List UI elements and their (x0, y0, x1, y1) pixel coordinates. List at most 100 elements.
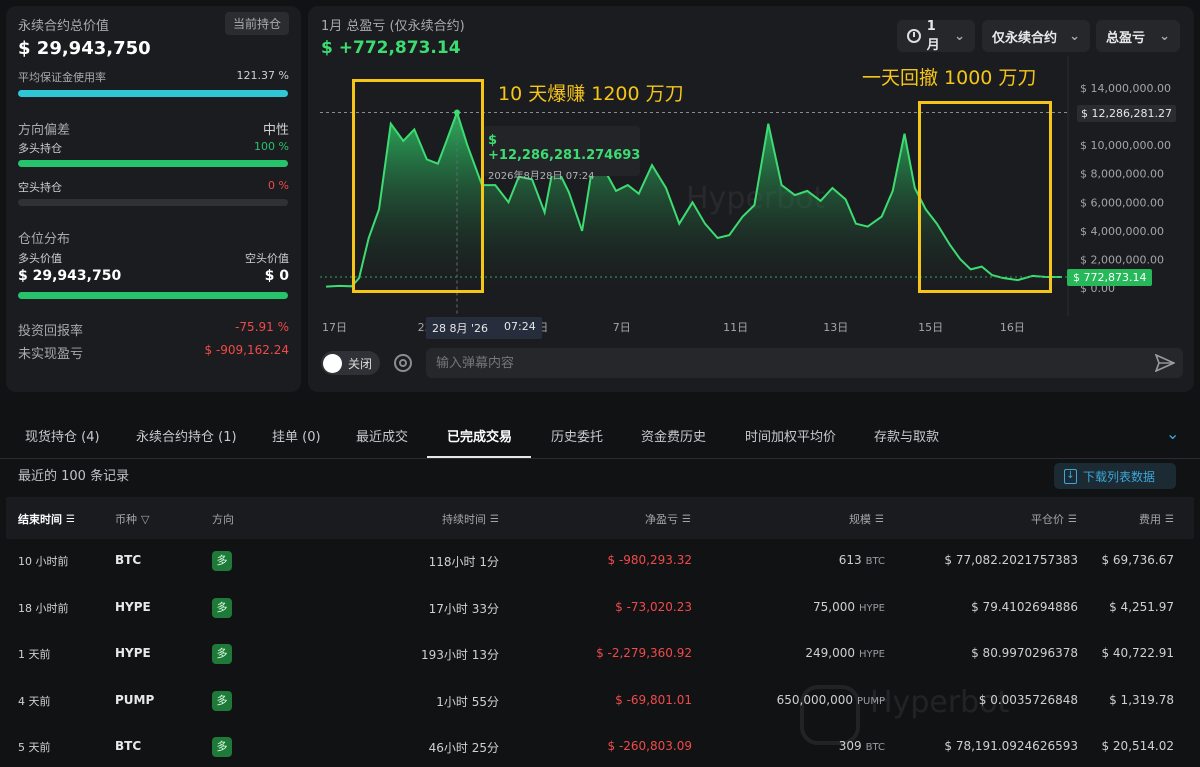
size-unit: HYPE (859, 602, 885, 614)
column-header-6[interactable]: 平仓价 ☰ (1031, 511, 1077, 527)
sort-icon[interactable]: ☰ (490, 514, 499, 525)
y-tick-label: $ 2,000,000.00 (1080, 253, 1164, 266)
size-value: 75,000 (813, 599, 856, 614)
close-price-cell: $ 79.4102694886 (971, 599, 1078, 614)
fee-cell: $ 40,722.91 (1101, 646, 1174, 660)
tab-3[interactable]: 最近成交 (356, 426, 408, 445)
column-header-label: 费用 (1139, 513, 1162, 526)
short-value: $ 0 (264, 268, 289, 284)
x-tick-label: 7日 (613, 321, 631, 334)
pnl-chart-panel: 1月 总盈亏 (仅永续合约) $ +772,873.14 1月 ⌄ 仅永续合约 … (308, 6, 1194, 392)
fee-cell: $ 1,319.78 (1109, 692, 1174, 707)
size-cell: 613 BTC (839, 553, 885, 567)
roi-label: 投资回报率 (18, 324, 84, 339)
tab-7[interactable]: 时间加权平均价 (745, 426, 836, 445)
size-cell: 75,000 HYPE (813, 600, 885, 614)
margin-usage-value: 121.37 % (236, 69, 289, 82)
end-time-cell: 5 天前 (18, 741, 51, 754)
send-icon[interactable] (1155, 354, 1175, 372)
filter-icon[interactable]: ▽ (141, 513, 149, 526)
duration-cell: 1小时 55分 (436, 694, 499, 709)
column-header-1[interactable]: 币种 ▽ (115, 511, 149, 527)
long-position-label: 多头持仓 (18, 142, 62, 155)
table-row[interactable]: 4 天前 PUMP 多 1小时 55分 $ -69,801.01 650,000,000 P… (6, 679, 1194, 725)
tab-4[interactable]: 已完成交易 (447, 426, 512, 445)
table-header (6, 497, 1194, 539)
settings-icon[interactable] (394, 354, 412, 372)
net-pnl-cell: $ -260,803.09 (607, 739, 693, 753)
tab-5[interactable]: 历史委托 (551, 426, 603, 445)
duration-cell: 46小时 25分 (428, 741, 499, 755)
long-badge: 多 (212, 644, 232, 664)
column-header-3[interactable]: 持续时间 ☰ (442, 511, 499, 527)
sort-icon[interactable]: ☰ (875, 514, 884, 525)
distribution-label: 仓位分布 (18, 232, 71, 247)
column-header-0[interactable]: 结束时间 ☰ (18, 511, 75, 527)
table-row[interactable]: 1 天前 HYPE 多 193小时 13分 $ -2,279,360.92 249,000… (6, 632, 1194, 678)
table-row[interactable]: 18 小时前 HYPE 多 17小时 33分 $ -73,020.23 75,000 HYP… (6, 586, 1194, 632)
coin-cell: PUMP (115, 692, 155, 707)
column-header-7[interactable]: 费用 ☰ (1139, 511, 1174, 527)
roi-value: -75.91 % (235, 320, 289, 334)
danmaku-input[interactable] (426, 348, 1136, 378)
column-header-5[interactable]: 规模 ☰ (849, 511, 884, 527)
y-tick-label: $ 8,000,000.00 (1080, 168, 1164, 181)
crosshair-date-label: 28 8月 '26 07:24 (426, 317, 542, 339)
end-time-cell: 10 小时前 (18, 555, 69, 568)
short-position-value: 0 % (268, 179, 289, 192)
sort-icon[interactable]: ☰ (682, 514, 691, 525)
coin-cell: HYPE (115, 646, 151, 660)
net-pnl-cell: $ -69,801.01 (615, 692, 692, 707)
danmaku-toggle[interactable]: 关闭 (321, 351, 380, 375)
column-header-label: 方向 (212, 513, 234, 526)
drawdown-annotation: 一天回撤 1000 万刀 (862, 67, 1037, 89)
tab-8[interactable]: 存款与取款 (874, 426, 939, 445)
table-row[interactable]: 5 天前 BTC 多 46小时 25分 $ -260,803.09 309 BTC $ 78,… (6, 725, 1194, 767)
net-pnl-cell: $ -980,293.32 (607, 553, 693, 567)
download-button[interactable]: ↓ 下载列表数据 (1054, 463, 1176, 489)
long-position-bar (18, 160, 288, 167)
tab-2[interactable]: 挂单 (0) (272, 426, 321, 445)
x-tick-label: 13日 (823, 321, 848, 334)
close-price-cell: $ 80.9970296378 (971, 646, 1078, 660)
y-tick-label: $ 10,000,000.00 (1080, 139, 1171, 152)
fee-cell: $ 4,251.97 (1109, 599, 1174, 614)
short-position-label: 空头持仓 (18, 181, 62, 194)
margin-usage-label: 平均保证金使用率 (18, 71, 106, 84)
drawdown-highlight-box (918, 101, 1052, 293)
margin-usage-bar (18, 90, 288, 97)
x-tick-label: 17日 (322, 321, 347, 334)
column-header-label: 持续时间 (442, 513, 487, 526)
x-tick-label: 16日 (1000, 321, 1025, 334)
long-badge: 多 (212, 690, 232, 711)
long-position-value: 100 % (254, 140, 289, 153)
distribution-bar (18, 292, 288, 299)
tab-0[interactable]: 现货持仓 (4) (25, 426, 100, 445)
y-tick-label: $ 4,000,000.00 (1080, 225, 1164, 238)
column-header-label: 结束时间 (18, 513, 62, 526)
net-pnl-cell: $ -2,279,360.92 (596, 646, 692, 660)
table-row[interactable]: 10 小时前 BTC 多 118小时 1分 $ -980,293.32 613 BTC $ 7… (6, 539, 1194, 585)
long-position-fill (18, 160, 288, 167)
duration-cell: 17小时 33分 (428, 601, 499, 616)
column-header-4[interactable]: 净盈亏 ☰ (645, 511, 691, 527)
column-header-2[interactable]: 方向 (212, 511, 234, 527)
sort-icon[interactable]: ☰ (1165, 514, 1174, 525)
direction-cell: 多 (212, 551, 232, 571)
total-value: $ 29,943,750 (18, 38, 151, 59)
danmaku-input-box (426, 348, 1183, 378)
collapse-chevron-icon[interactable]: ⌄ (1166, 424, 1179, 443)
watermark-text: Hyperbot (870, 685, 1010, 720)
current-value-marker: $ 772,873.14 (1067, 269, 1153, 286)
long-value-label: 多头价值 (18, 252, 62, 265)
sort-icon[interactable]: ☰ (1068, 514, 1077, 525)
unrealized-pnl-value: $ -909,162.24 (204, 343, 290, 357)
x-tick-label: 11日 (723, 321, 748, 334)
x-tick-label: 15日 (918, 321, 943, 334)
sort-icon[interactable]: ☰ (66, 514, 75, 525)
tab-6[interactable]: 资金费历史 (641, 426, 706, 445)
current-holdings-button[interactable]: 当前持仓 (224, 12, 289, 35)
tab-1[interactable]: 永续合约持仓 (1) (136, 426, 237, 445)
long-badge: 多 (212, 551, 232, 571)
direction-cell: 多 (212, 737, 232, 757)
